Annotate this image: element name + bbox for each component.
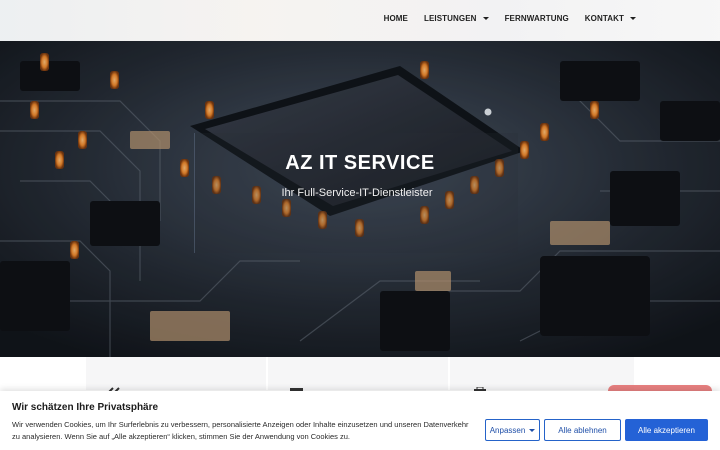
service-card[interactable] [86, 357, 266, 390]
nav-item-label: FERNWARTUNG [504, 14, 569, 23]
main-nav: HOME LEISTUNGEN FERNWARTUNG KONTAKT [384, 14, 636, 23]
cookie-title: Wir schätzen Ihre Privatsphäre [12, 402, 159, 413]
accept-label: Alle akzeptieren [638, 425, 695, 435]
nav-item-label: KONTAKT [584, 14, 624, 23]
accept-all-button[interactable]: Alle akzeptieren [625, 419, 708, 441]
hero-section [0, 41, 720, 357]
chevron-down-icon [529, 428, 536, 432]
chevron-down-icon [630, 17, 636, 20]
reject-all-button[interactable]: Alle ablehnen [544, 419, 621, 441]
service-card[interactable] [268, 357, 448, 390]
nav-item-home[interactable]: HOME [384, 14, 408, 23]
nav-item-leistungen[interactable]: LEISTUNGEN [424, 14, 489, 23]
nav-item-fernwartung[interactable]: FERNWARTUNG [505, 14, 569, 23]
hero-title: AZ IT SERVICE [285, 152, 435, 174]
reject-label: Alle ablehnen [558, 425, 607, 435]
customize-button[interactable]: Anpassen [485, 419, 540, 441]
nav-item-label: HOME [383, 14, 408, 23]
chevron-down-icon [482, 17, 489, 20]
hero-subtitle: Ihr Full-Service-IT-Dienstleister [281, 187, 433, 199]
service-card[interactable] [450, 357, 634, 390]
nav-item-label: LEISTUNGEN [424, 14, 477, 23]
cookie-description: Wir verwenden Cookies, um Ihr Surferlebn… [12, 420, 469, 441]
site-header: HOME LEISTUNGEN FERNWARTUNG KONTAKT [0, 0, 720, 41]
nav-item-kontakt[interactable]: KONTAKT [585, 14, 636, 23]
customize-label: Anpassen [489, 425, 526, 435]
